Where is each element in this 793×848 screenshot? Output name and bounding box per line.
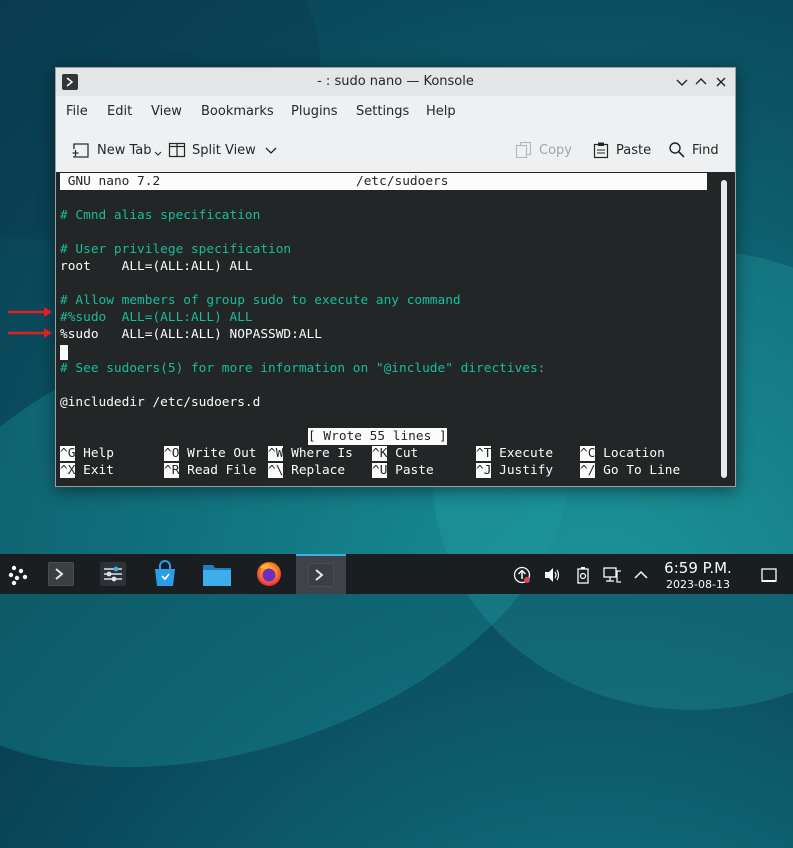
shortcut-where-is: ^W Where Is xyxy=(268,446,353,461)
terminal-line: #%sudo ALL=(ALL:ALL) ALL xyxy=(60,310,253,325)
terminal-scrollbar[interactable] xyxy=(721,180,727,478)
menu-file[interactable]: File xyxy=(66,104,88,119)
copy-icon xyxy=(515,141,532,159)
clock-date: 2023-08-13 xyxy=(666,578,730,591)
text-cursor xyxy=(60,345,68,360)
shortcut-go-to-line: ^/ Go To Line xyxy=(580,463,681,478)
toolbar: New Tab Split View Copy Paste Find xyxy=(56,132,735,166)
terminal-line: # Allow members of group sudo to execute… xyxy=(60,293,461,308)
copy-button[interactable]: Copy xyxy=(515,139,572,161)
menu-view[interactable]: View xyxy=(151,104,182,119)
split-view-icon xyxy=(168,142,186,158)
chevron-down-icon xyxy=(154,151,161,156)
konsole-window[interactable]: - : sudo nano — Konsole File Edit View B… xyxy=(55,67,736,487)
nano-filename: /etc/sudoers xyxy=(356,174,449,189)
shortcut-read-file: ^R Read File xyxy=(164,463,257,478)
shortcut-write-out: ^O Write Out xyxy=(164,446,257,461)
shortcut-help: ^G Help xyxy=(60,446,114,461)
konsole-icon[interactable] xyxy=(44,558,78,590)
new-tab-button[interactable]: New Tab xyxy=(72,139,168,161)
find-label: Find xyxy=(692,142,719,158)
menu-help[interactable]: Help xyxy=(426,104,456,119)
nano-status-message: [ Wrote 55 lines ] xyxy=(308,428,447,445)
shortcut-exit: ^X Exit xyxy=(60,463,114,478)
search-icon xyxy=(669,142,685,158)
terminal-line: # User privilege specification xyxy=(60,242,292,257)
application-launcher-icon[interactable] xyxy=(1,558,35,590)
terminal-line: # See sudoers(5) for more information on… xyxy=(60,361,546,376)
window-title: - : sudo nano — Konsole xyxy=(317,74,474,89)
network-icon[interactable] xyxy=(603,566,621,584)
paste-button[interactable]: Paste xyxy=(592,139,651,161)
paste-icon xyxy=(593,142,609,159)
find-button[interactable]: Find xyxy=(668,139,719,161)
terminal-line: # Cmnd alias specification xyxy=(60,208,261,223)
discover-store-icon[interactable] xyxy=(148,558,182,590)
battery-icon[interactable] xyxy=(574,566,592,584)
new-tab-icon xyxy=(72,143,89,158)
system-settings-icon[interactable] xyxy=(96,558,130,590)
menu-bookmarks[interactable]: Bookmarks xyxy=(201,104,274,119)
shortcut-paste: ^U Paste xyxy=(372,463,434,478)
clock-time: 6:59 P.M. xyxy=(664,559,732,577)
copy-label: Copy xyxy=(539,142,572,158)
terminal-line: @includedir /etc/sudoers.d xyxy=(60,395,261,410)
shortcut-cut: ^K Cut xyxy=(372,446,419,461)
menu-settings[interactable]: Settings xyxy=(356,104,409,119)
taskbar: 6:59 P.M. 2023-08-13 xyxy=(0,554,793,594)
volume-icon[interactable] xyxy=(543,566,561,584)
menu-edit[interactable]: Edit xyxy=(107,104,132,119)
maximize-icon[interactable] xyxy=(692,73,710,91)
chevron-up-icon[interactable] xyxy=(632,566,650,584)
nano-version: GNU nano 7.2 xyxy=(67,174,161,189)
shortcut-replace: ^\ Replace xyxy=(268,463,346,478)
terminal-view[interactable]: GNU nano 7.2/etc/sudoers # Cmnd alias sp… xyxy=(56,172,735,486)
close-icon[interactable] xyxy=(712,73,730,91)
chevron-down-icon xyxy=(265,147,277,154)
firefox-icon[interactable] xyxy=(252,558,286,590)
clock[interactable]: 6:59 P.M. 2023-08-13 xyxy=(652,560,744,591)
split-view-button[interactable]: Split View xyxy=(168,139,284,161)
updates-icon[interactable] xyxy=(513,566,531,584)
minimize-icon[interactable] xyxy=(673,73,691,91)
terminal-line: %sudo ALL=(ALL:ALL) NOPASSWD:ALL xyxy=(60,327,322,342)
title-bar[interactable]: - : sudo nano — Konsole xyxy=(56,68,735,96)
split-view-label: Split View xyxy=(192,142,256,158)
shortcut-execute: ^T Execute xyxy=(476,446,554,461)
nano-header: GNU nano 7.2/etc/sudoers xyxy=(60,173,707,190)
terminal-line: root ALL=(ALL:ALL) ALL xyxy=(60,259,253,274)
menu-bar: File Edit View Bookmarks Plugins Setting… xyxy=(56,98,735,124)
shortcut-location: ^C Location xyxy=(580,446,665,461)
menu-plugins[interactable]: Plugins xyxy=(291,104,338,119)
dolphin-files-icon[interactable] xyxy=(200,558,234,590)
new-tab-label: New Tab xyxy=(97,142,152,158)
konsole-active-icon[interactable] xyxy=(296,554,346,594)
paste-label: Paste xyxy=(616,142,652,158)
show-desktop-icon[interactable] xyxy=(760,566,778,584)
annotation-arrow-icon xyxy=(8,328,52,338)
shortcut-justify: ^J Justify xyxy=(476,463,554,478)
annotation-arrow-icon xyxy=(8,307,52,317)
